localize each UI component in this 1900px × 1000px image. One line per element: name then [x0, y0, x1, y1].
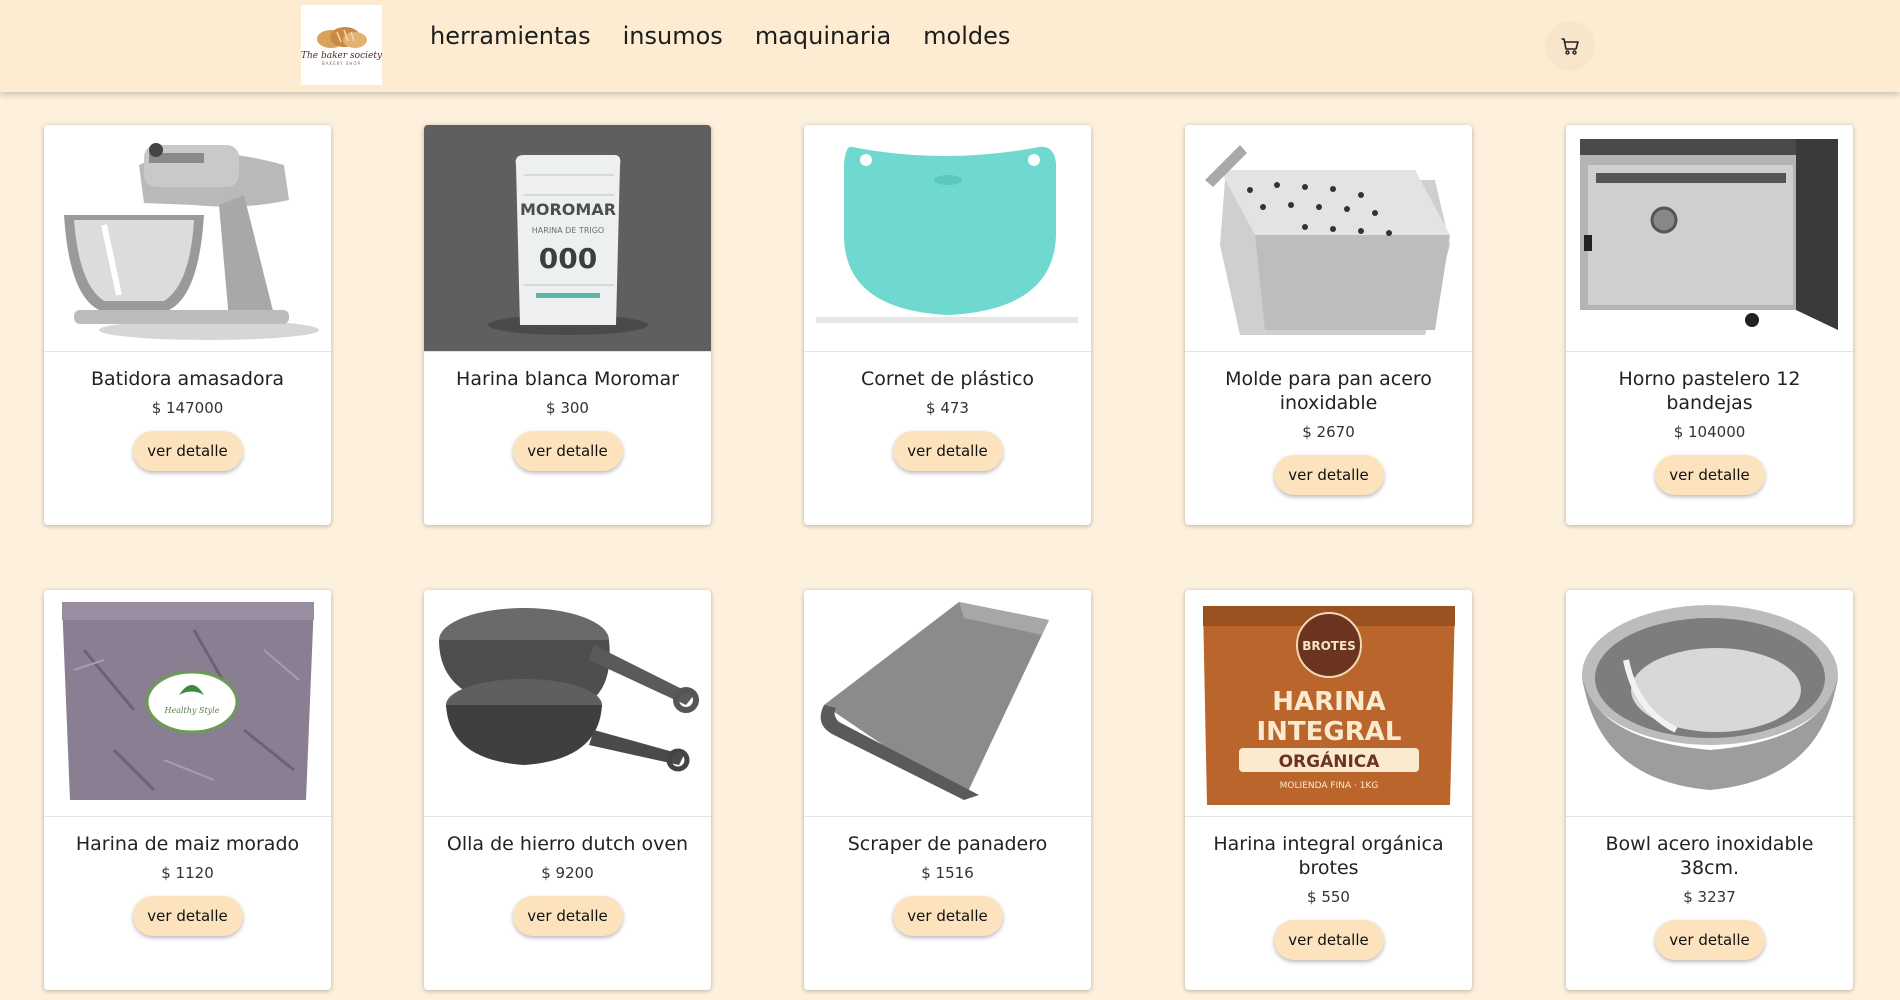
product-card: BROTES HARINA INTEGRAL ORGÁNICA MOLIENDA… — [1185, 590, 1472, 990]
product-card: MOROMAR HARINA DE TRIGO 000 Harina blanc… — [424, 125, 711, 525]
product-image-purple-corn-flour[interactable]: Healthy Style — [44, 590, 331, 817]
product-image-dough-scraper[interactable] — [804, 590, 1091, 817]
product-name: Horno pastelero 12 bandejas — [1618, 368, 1801, 414]
flour-type-text: HARINA DE TRIGO — [532, 226, 604, 235]
product-name: Batidora amasadora — [90, 368, 285, 390]
view-detail-button[interactable]: ver detalle — [892, 896, 1003, 936]
product-image-oven[interactable] — [1566, 125, 1853, 352]
corn-flour-label-text: Healthy Style — [164, 706, 220, 715]
logo-subtext: BAKERY SHOP — [322, 61, 361, 66]
product-info: Harina de maiz morado $ 1120 ver detalle — [62, 832, 313, 936]
product-info: Molde para pan acero inoxidable $ 2670 v… — [1203, 367, 1454, 495]
product-name: Molde para pan acero inoxidable — [1225, 368, 1432, 414]
product-price: $ 3237 — [1683, 888, 1736, 906]
product-image-mixer[interactable] — [44, 125, 331, 352]
shopping-cart-icon — [1561, 38, 1579, 55]
product-card: Bowl acero inoxidable 38cm. $ 3237 ver d… — [1566, 590, 1853, 990]
logo-text: The baker society — [300, 51, 383, 61]
view-detail-button[interactable]: ver detalle — [512, 431, 623, 471]
product-price: $ 1516 — [921, 864, 974, 882]
product-image-flour-moromar[interactable]: MOROMAR HARINA DE TRIGO 000 — [424, 125, 711, 352]
view-detail-button[interactable]: ver detalle — [892, 431, 1003, 471]
product-card: Healthy Style Harina de maiz morado $ 11… — [44, 590, 331, 990]
whole-flour-line2-text: INTEGRAL — [1257, 717, 1402, 747]
product-name: Bowl acero inoxidable 38cm. — [1605, 833, 1814, 879]
view-detail-button[interactable]: ver detalle — [1273, 455, 1384, 495]
bread-logo-icon — [316, 27, 367, 48]
product-card: Scraper de panadero $ 1516 ver detalle — [804, 590, 1091, 990]
product-name: Cornet de plástico — [860, 368, 1035, 390]
product-card: Cornet de plástico $ 473 ver detalle — [804, 125, 1091, 525]
whole-flour-detail-text: MOLIENDA FINA · 1KG — [1280, 781, 1379, 791]
product-price: $ 550 — [1307, 888, 1350, 906]
brand-logo[interactable]: The baker society BAKERY SHOP — [301, 5, 382, 85]
product-card: Horno pastelero 12 bandejas $ 104000 ver… — [1566, 125, 1853, 525]
product-price: $ 104000 — [1673, 423, 1746, 441]
product-card: Olla de hierro dutch oven $ 9200 ver det… — [424, 590, 711, 990]
flour-brand-text: MOROMAR — [520, 200, 616, 219]
nav-link-herramientas[interactable]: herramientas — [430, 22, 591, 50]
product-info: Scraper de panadero $ 1516 ver detalle — [822, 832, 1073, 936]
view-detail-button[interactable]: ver detalle — [1654, 920, 1765, 960]
flour-grade-text: 000 — [539, 242, 597, 275]
product-image-dutch-oven[interactable] — [424, 590, 711, 817]
view-detail-button[interactable]: ver detalle — [1654, 455, 1765, 495]
product-info: Bowl acero inoxidable 38cm. $ 3237 ver d… — [1584, 832, 1835, 960]
product-info: Harina integral orgánica brotes $ 550 ve… — [1203, 832, 1454, 960]
whole-flour-line3-text: ORGÁNICA — [1279, 750, 1381, 772]
whole-flour-line1-text: HARINA — [1272, 687, 1385, 717]
product-image-plastic-scraper[interactable] — [804, 125, 1091, 352]
view-detail-button[interactable]: ver detalle — [512, 896, 623, 936]
product-price: $ 9200 — [541, 864, 594, 882]
navbar: The baker society BAKERY SHOP herramient… — [0, 0, 1900, 92]
whole-flour-brand-text: BROTES — [1302, 639, 1356, 653]
product-info: Harina blanca Moromar $ 300 ver detalle — [442, 367, 693, 471]
product-price: $ 1120 — [161, 864, 214, 882]
nav-link-insumos[interactable]: insumos — [623, 22, 723, 50]
product-card: Molde para pan acero inoxidable $ 2670 v… — [1185, 125, 1472, 525]
view-detail-button[interactable]: ver detalle — [1273, 920, 1384, 960]
product-card: Batidora amasadora $ 147000 ver detalle — [44, 125, 331, 525]
nav-link-moldes[interactable]: moldes — [923, 22, 1010, 50]
product-info: Horno pastelero 12 bandejas $ 104000 ver… — [1584, 367, 1835, 495]
product-name: Harina de maiz morado — [75, 833, 300, 855]
nav-link-maquinaria[interactable]: maquinaria — [755, 22, 891, 50]
view-detail-button[interactable]: ver detalle — [132, 431, 243, 471]
cart-button[interactable] — [1545, 21, 1595, 71]
product-price: $ 473 — [926, 399, 969, 417]
product-image-whole-wheat-flour[interactable]: BROTES HARINA INTEGRAL ORGÁNICA MOLIENDA… — [1185, 590, 1472, 817]
product-info: Batidora amasadora $ 147000 ver detalle — [62, 367, 313, 471]
view-detail-button[interactable]: ver detalle — [132, 896, 243, 936]
product-price: $ 2670 — [1302, 423, 1355, 441]
product-name: Harina blanca Moromar — [456, 368, 679, 390]
nav-links: herramientas insumos maquinaria moldes — [430, 22, 1042, 50]
product-price: $ 147000 — [151, 399, 224, 417]
product-info: Cornet de plástico $ 473 ver detalle — [822, 367, 1073, 471]
product-name: Harina integral orgánica brotes — [1213, 833, 1444, 879]
product-price: $ 300 — [546, 399, 589, 417]
product-info: Olla de hierro dutch oven $ 9200 ver det… — [442, 832, 693, 936]
product-name: Olla de hierro dutch oven — [446, 833, 689, 855]
product-name: Scraper de panadero — [847, 833, 1048, 855]
product-image-steel-bowl[interactable] — [1566, 590, 1853, 817]
product-image-bread-mold[interactable] — [1185, 125, 1472, 352]
